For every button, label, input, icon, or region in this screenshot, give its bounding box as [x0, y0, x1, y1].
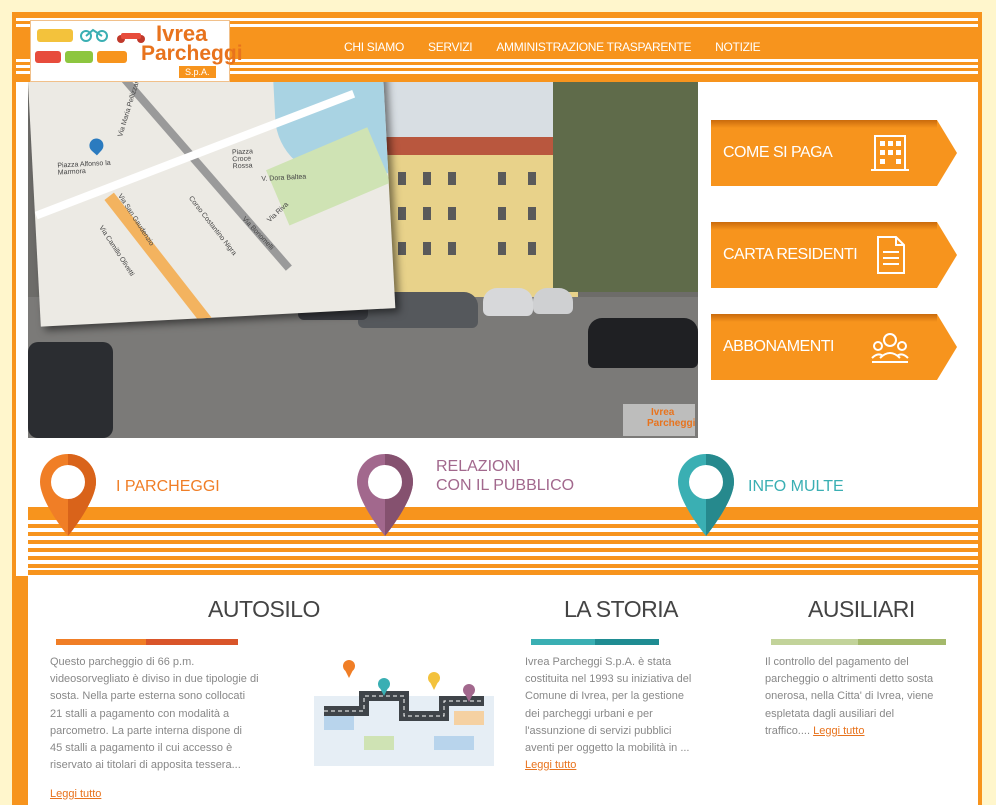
section-title-autosilo: AUTOSILO: [208, 596, 320, 622]
category-band: [28, 507, 978, 575]
main-nav: CHI SIAMO SERVIZI AMMINISTRAZIONE TRASPA…: [344, 40, 761, 54]
nav-notizie[interactable]: NOTIZIE: [715, 40, 761, 54]
logo-suffix: S.p.A.: [179, 66, 216, 78]
section-title-ausiliari: AUSILIARI: [808, 596, 915, 622]
content-area: AUTOSILO Questo parcheggio di 66 p.m. vi…: [16, 576, 978, 805]
read-more-storia-link[interactable]: Leggi tutto: [525, 759, 576, 771]
map-pin-icon: [357, 454, 413, 536]
section-divider: [531, 639, 595, 645]
nav-amministrazione-trasparente[interactable]: AMMINISTRAZIONE TRASPARENTE: [496, 40, 691, 54]
map-label: Piazza Croce Rossa: [231, 148, 254, 171]
location-map[interactable]: Piazza Alfonso la Marmora Piazza Croce R…: [28, 82, 396, 327]
read-more-ausiliari-link[interactable]: Leggi tutto: [813, 725, 864, 737]
bicycle-icon: [79, 28, 109, 42]
section-title-storia: LA STORIA: [564, 596, 678, 622]
car-icon: [97, 51, 127, 63]
nav-servizi[interactable]: SERVIZI: [428, 40, 473, 54]
section-text-ausiliari: Il controllo del pagamento del parcheggi…: [765, 656, 934, 737]
page-frame: Ivrea Parcheggi S.p.A. CHI SIAMO SERVIZI…: [12, 12, 982, 805]
road-map-illustration: [314, 660, 494, 766]
watermark-logo: Ivrea Parcheggi: [623, 404, 695, 436]
cta-label: COME SI PAGA: [723, 144, 833, 161]
come-si-paga-button[interactable]: COME SI PAGA: [711, 120, 957, 186]
section-divider: [56, 639, 146, 645]
map-pin-icon: [86, 135, 107, 156]
car-icon: [65, 51, 93, 63]
category-label: RELAZIONI CON IL PUBBLICO: [436, 458, 575, 494]
category-label: INFO MULTE: [748, 478, 844, 495]
car-icon: [35, 51, 61, 63]
cta-label: ABBONAMENTI: [723, 338, 834, 355]
map-pin-icon: [40, 454, 96, 536]
content-panel: AUTOSILO Questo parcheggio di 66 p.m. vi…: [28, 576, 978, 805]
site-logo[interactable]: Ivrea Parcheggi S.p.A.: [30, 20, 243, 82]
nav-chi-siamo[interactable]: CHI SIAMO: [344, 40, 404, 54]
scooter-icon: [115, 29, 147, 43]
bus-icon: [37, 29, 73, 42]
map-label: Piazza Alfonso la Marmora: [57, 159, 111, 177]
hero-image: Piazza Alfonso la Marmora Piazza Croce R…: [28, 82, 698, 438]
section-text-storia: Ivrea Parcheggi S.p.A. è stata costituit…: [525, 656, 692, 755]
section-text-autosilo: Questo parcheggio di 66 p.m. videosorveg…: [50, 656, 259, 772]
document-icon: [877, 236, 905, 274]
carta-residenti-button[interactable]: CARTA RESIDENTI: [711, 222, 957, 288]
read-more-autosilo-link[interactable]: Leggi tutto: [50, 788, 101, 800]
cta-label: CARTA RESIDENTI: [723, 246, 858, 263]
map-pin-icon: [678, 454, 734, 536]
logo-subtitle: Parcheggi: [141, 42, 243, 65]
building-icon: [871, 135, 909, 171]
users-icon: [871, 333, 909, 363]
site-header: Ivrea Parcheggi S.p.A. CHI SIAMO SERVIZI…: [16, 12, 978, 82]
category-label: I PARCHEGGI: [116, 478, 220, 495]
building-photo: [368, 137, 578, 307]
abbonamenti-button[interactable]: ABBONAMENTI: [711, 314, 957, 380]
section-divider: [771, 639, 858, 645]
